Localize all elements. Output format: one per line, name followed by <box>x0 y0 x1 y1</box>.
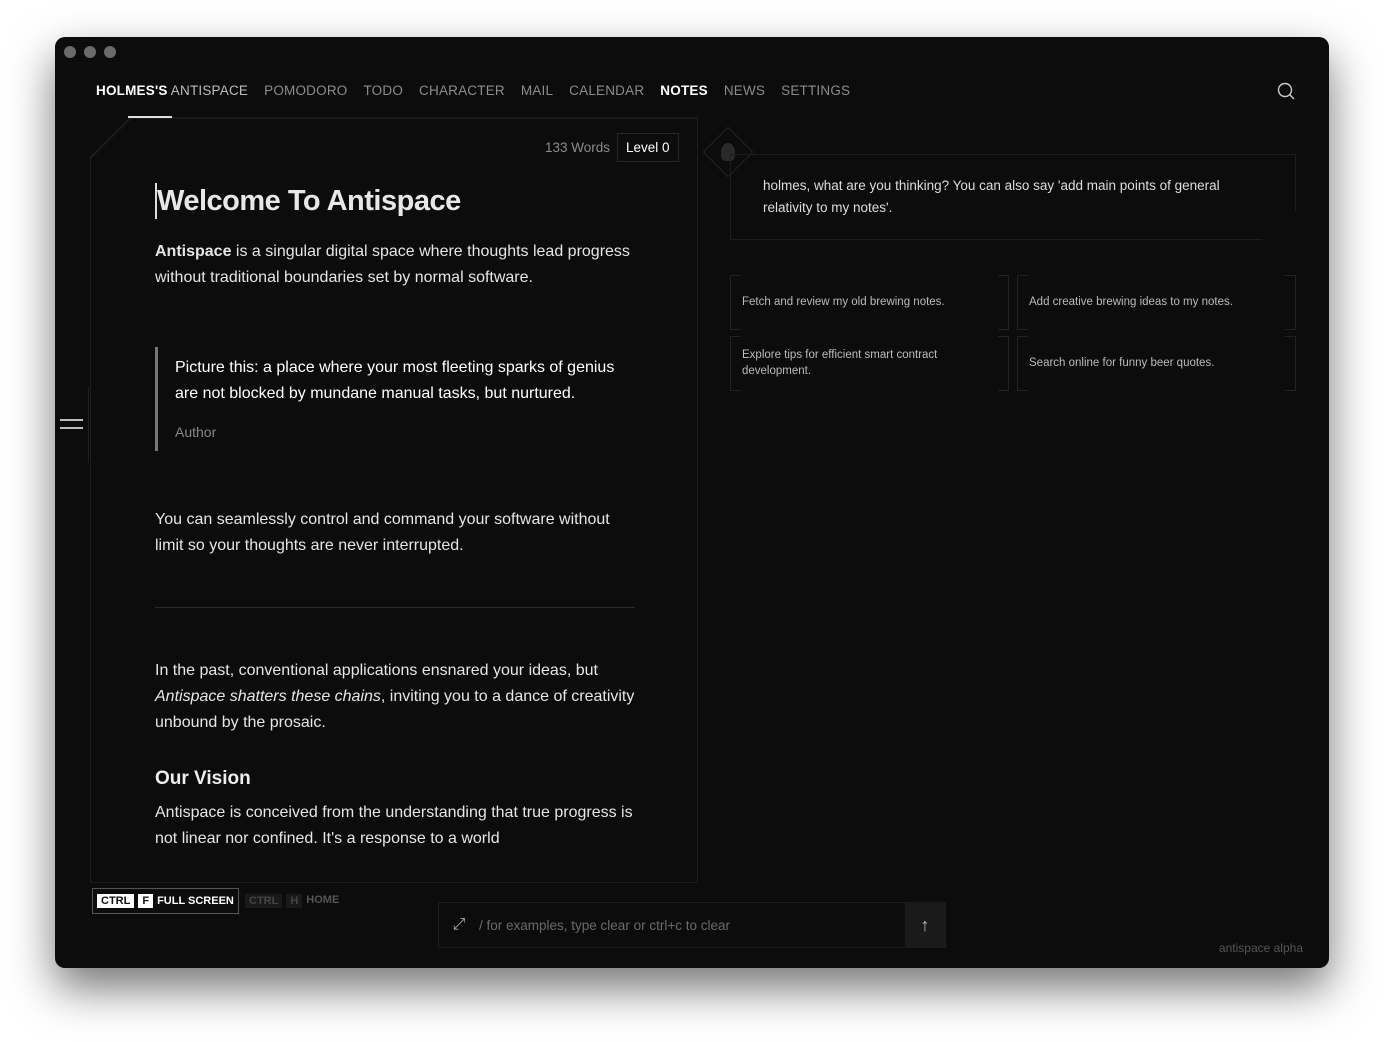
assistant-prompt: holmes, what are you thinking? You can a… <box>730 154 1296 240</box>
nav-character[interactable]: CHARACTER <box>419 83 505 98</box>
word-count: 133 Words <box>545 140 611 155</box>
maximize-window-button[interactable] <box>104 46 116 58</box>
paragraph: You can seamlessly control and command y… <box>155 511 610 554</box>
arrow-up-icon: ↑ <box>920 914 930 935</box>
send-button[interactable]: ↑ <box>905 902 945 948</box>
quote-author: Author <box>175 424 217 440</box>
divider <box>155 607 635 608</box>
home-shortcut[interactable]: CTRL H HOME <box>245 894 339 908</box>
version-label: antispace alpha <box>1218 941 1303 955</box>
bold-text: Antispace <box>155 243 232 260</box>
f-key: F <box>138 894 154 908</box>
command-input[interactable] <box>479 917 905 933</box>
brand-name: HOLMES'S <box>96 83 168 98</box>
suggestion-item[interactable]: Fetch and review my old brewing notes. <box>730 275 1009 330</box>
menu-icon[interactable] <box>60 419 83 429</box>
top-nav: HOLMES'S ANTISPACE POMODORO TODO CHARACT… <box>96 83 850 98</box>
window-controls <box>64 46 116 58</box>
h-key: H <box>286 894 303 908</box>
quote-text: Picture this: a place where your most fl… <box>175 359 615 402</box>
paragraph: Antispace is conceived from the understa… <box>155 804 633 847</box>
app-window: HOLMES'S ANTISPACE POMODORO TODO CHARACT… <box>55 37 1329 968</box>
nav-news[interactable]: NEWS <box>724 83 765 98</box>
blockquote: Picture this: a place where your most fl… <box>155 347 635 451</box>
search-icon[interactable] <box>1277 82 1295 100</box>
italic-text: Antispace shatters these chains <box>155 688 381 705</box>
nav-mail[interactable]: MAIL <box>521 83 553 98</box>
note-editor[interactable]: Welcome To Antispace Antispace is a sing… <box>155 183 635 852</box>
nav-todo[interactable]: TODO <box>363 83 403 98</box>
note-title[interactable]: Welcome To Antispace <box>155 183 635 219</box>
shortcut-label: HOME <box>306 894 340 906</box>
nav-settings[interactable]: SETTINGS <box>781 83 850 98</box>
ctrl-key: CTRL <box>97 894 135 908</box>
nav-calendar[interactable]: CALENDAR <box>569 83 644 98</box>
paragraph: Antispace is a singular digital space wh… <box>155 239 635 291</box>
paragraph: In the past, conventional applications e… <box>155 658 635 736</box>
suggestion-item[interactable]: Add creative brewing ideas to my notes. <box>1017 275 1296 330</box>
nav-notes[interactable]: NOTES <box>660 83 708 98</box>
suggestion-item[interactable]: Search online for funny beer quotes. <box>1017 336 1296 391</box>
ctrl-key: CTRL <box>245 894 283 908</box>
shortcut-label: FULL SCREEN <box>157 895 234 907</box>
nav-brand[interactable]: HOLMES'S ANTISPACE <box>96 83 248 98</box>
active-tab-underline <box>128 116 172 118</box>
nav-pomodoro[interactable]: POMODORO <box>264 83 347 98</box>
level-badge[interactable]: Level 0 <box>617 133 679 162</box>
fullscreen-shortcut[interactable]: CTRL F FULL SCREEN <box>92 888 239 914</box>
close-window-button[interactable] <box>64 46 76 58</box>
expand-icon[interactable]: ⤢ <box>439 916 479 934</box>
text: In the past, conventional applications e… <box>155 662 598 679</box>
brand-suffix: ANTISPACE <box>170 83 249 98</box>
suggestion-item[interactable]: Explore tips for efficient smart contrac… <box>730 336 1009 391</box>
command-bar: ⤢ ↑ <box>438 902 946 948</box>
suggestions: Fetch and review my old brewing notes. A… <box>730 275 1296 391</box>
minimize-window-button[interactable] <box>84 46 96 58</box>
section-heading: Our Vision <box>155 768 251 789</box>
